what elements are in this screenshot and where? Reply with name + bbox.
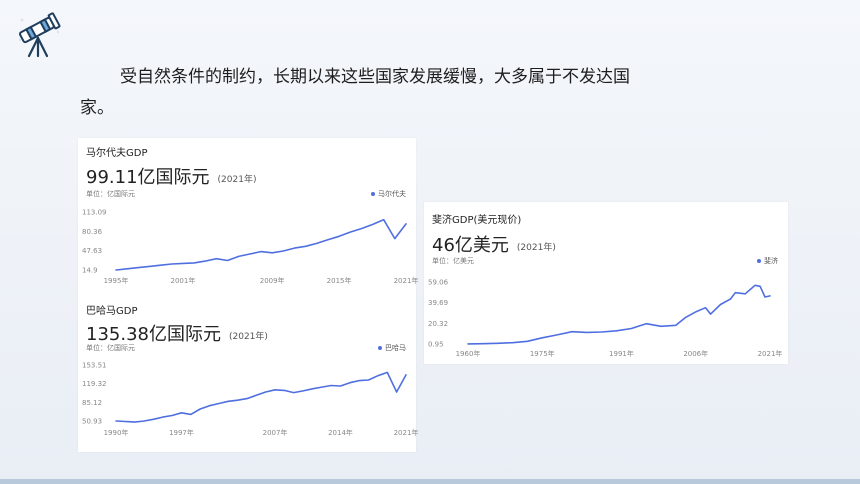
x-tick-label: 2001年 — [171, 276, 196, 285]
y-tick-label: 80.36 — [82, 228, 103, 236]
y-tick-label: 47.63 — [82, 247, 102, 255]
series-line-巴哈马 — [115, 371, 407, 423]
bottom-strip — [0, 479, 860, 484]
body-line-2: 家。 — [80, 98, 114, 118]
chart-fiji: 斐济GDP(美元现价) 46亿美元 (2021年) 单位：亿美元 斐济 59.06… — [424, 202, 788, 364]
right-chart-panel: 斐济GDP(美元现价) 46亿美元 (2021年) 单位：亿美元 斐济 59.06… — [424, 202, 788, 364]
y-tick-label: 20.32 — [428, 320, 448, 328]
chart-maldives: 马尔代夫GDP 99.11亿国际元 (2021年) 单位：亿国际元 马尔代夫 11… — [78, 138, 419, 290]
series-line-斐济 — [467, 284, 771, 345]
y-tick-label: 153.51 — [82, 362, 107, 370]
chart-plot: 59.06 39.69 20.32 0.95 1960年 1975年 1991年 2006年 2… — [428, 279, 783, 359]
x-tick-label: 2015年 — [327, 276, 352, 285]
x-tick-label: 2021年 — [394, 428, 419, 437]
x-tick-label: 1990年 — [104, 428, 129, 437]
left-chart-panel: 马尔代夫GDP 99.11亿国际元 (2021年) 单位：亿国际元 马尔代夫 11… — [78, 138, 419, 452]
x-tick-label: 2006年 — [683, 349, 708, 358]
series-line-马尔代夫 — [115, 218, 407, 271]
x-tick-label: 1960年 — [456, 349, 481, 358]
x-tick-label: 1991年 — [609, 349, 634, 358]
chart-bahamas: 巴哈马GDP 135.38亿国际元 (2021年) 单位：亿国际元 巴哈马 153… — [78, 296, 419, 452]
x-tick-label: 2021年 — [758, 349, 783, 358]
body-paragraph: 受自然条件的制约，长期以来这些国家发展缓慢，大多属于不发达国 家。 — [80, 62, 780, 124]
chart-plot: 153.51 119.32 85.12 50.931990年 1997年 2007年 201… — [82, 362, 419, 438]
x-tick-label: 2007年 — [263, 428, 288, 437]
x-tick-label: 2009年 — [260, 276, 285, 285]
y-tick-label: 119.32 — [82, 380, 107, 388]
telescope-icon — [18, 12, 61, 58]
y-tick-label: 39.69 — [428, 299, 448, 307]
x-tick-label: 1975年 — [530, 349, 555, 358]
y-tick-label: 113.09 — [82, 209, 107, 217]
body-line-1: 受自然条件的制约，长期以来这些国家发展缓慢，大多属于不发达国 — [120, 67, 630, 87]
y-tick-label: 59.06 — [428, 279, 449, 287]
y-tick-label: 14.9 — [82, 267, 98, 275]
y-tick-label: 50.93 — [82, 418, 102, 426]
x-tick-label: 1997年 — [169, 428, 194, 437]
x-tick-label: 2021年 — [394, 276, 419, 285]
x-tick-label: 1995年 — [104, 276, 129, 285]
y-tick-label: 85.12 — [82, 399, 102, 407]
x-tick-label: 2014年 — [328, 428, 353, 437]
chart-plot: 113.09 80.36 47.63 14.9 1995年 2001年 2009年 2015年… — [82, 209, 419, 286]
y-tick-label: 0.95 — [428, 341, 444, 349]
